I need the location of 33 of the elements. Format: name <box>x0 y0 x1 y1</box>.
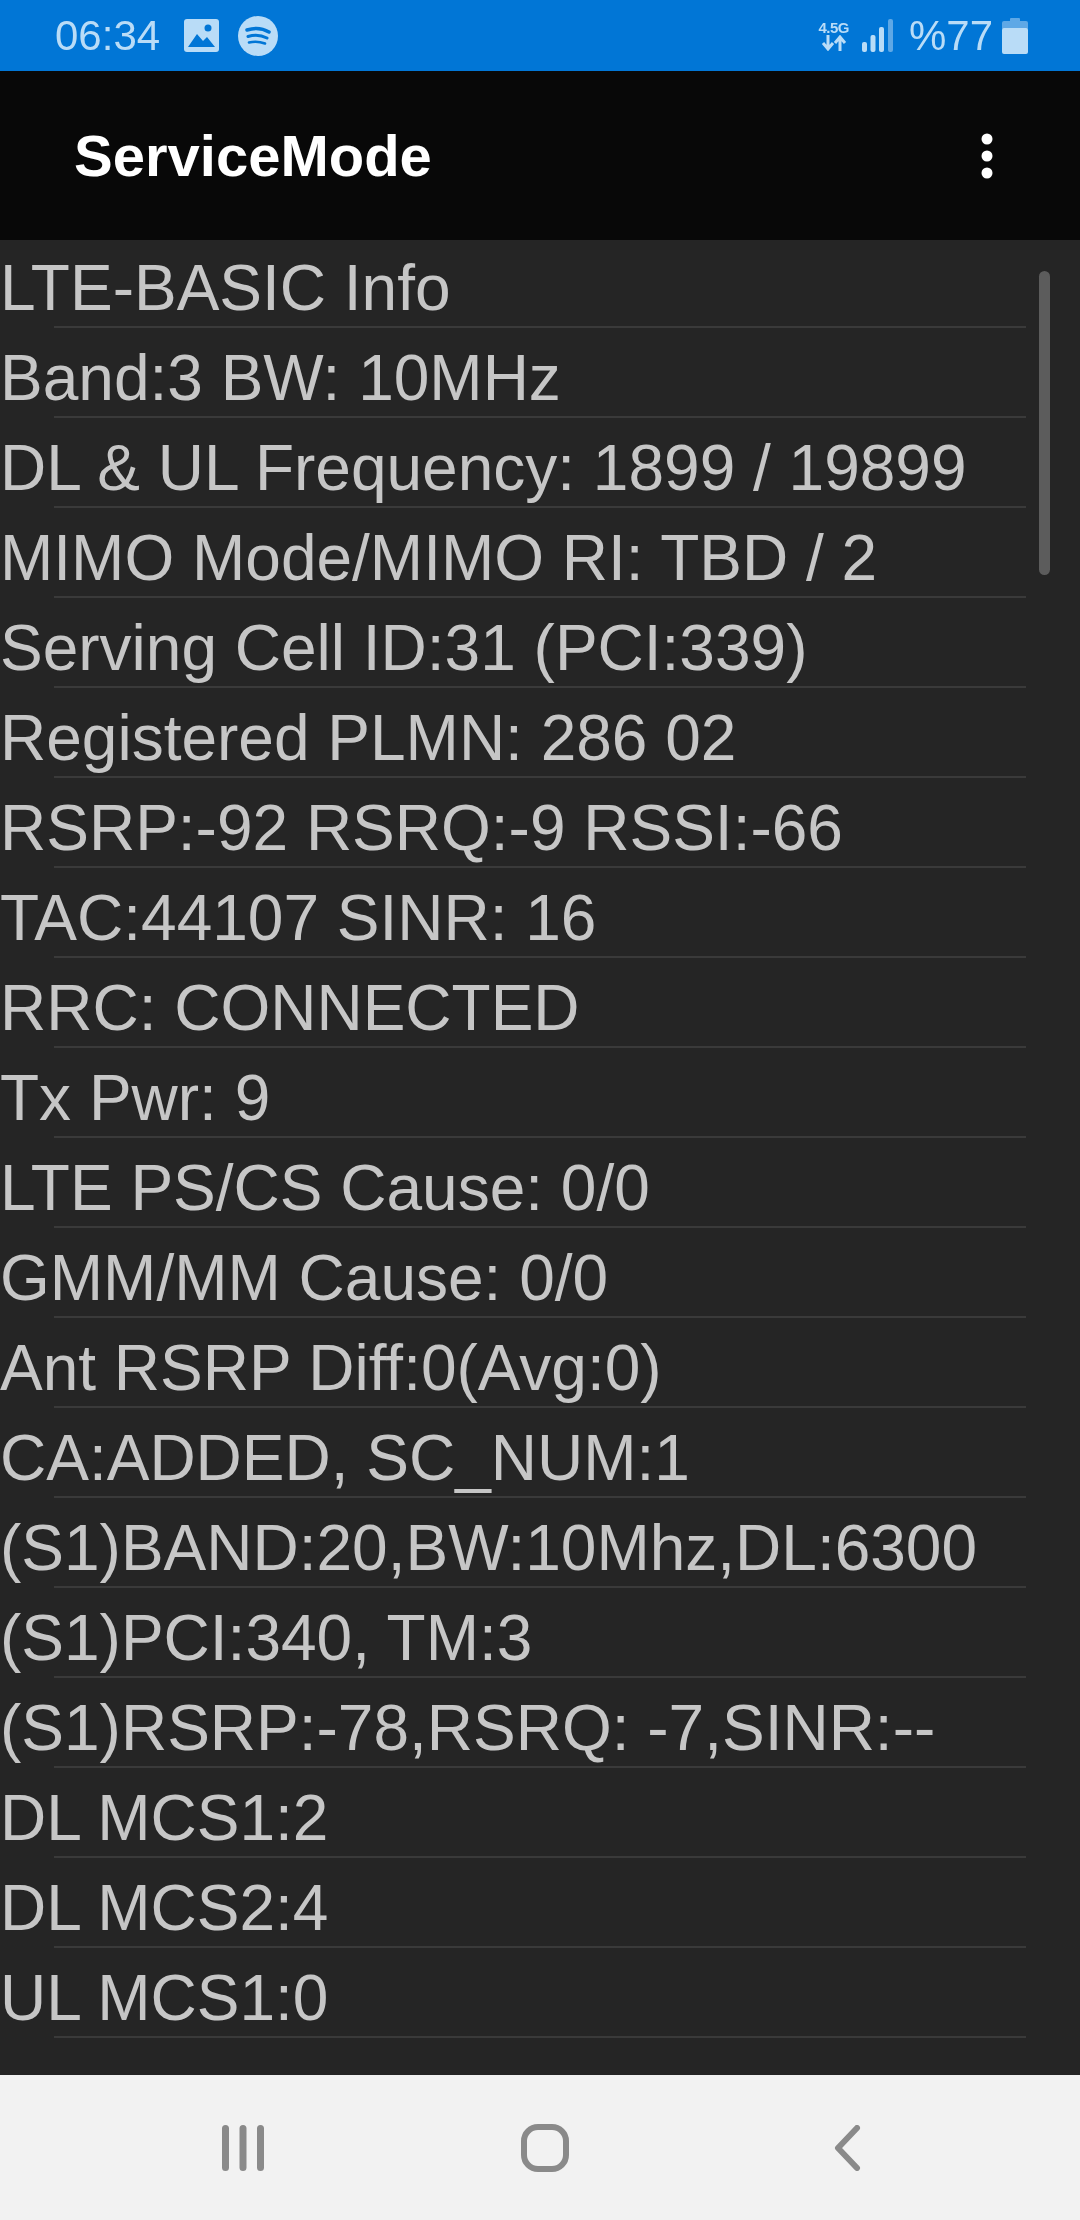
info-line: MIMO Mode/MIMO RI: TBD / 2 <box>0 522 878 594</box>
info-line: GMM/MM Cause: 0/0 <box>0 1242 609 1314</box>
signal-icon <box>861 19 893 52</box>
info-line: (S1)RSRP:-78,RSRQ: -7,SINR:-- <box>0 1692 936 1764</box>
info-line: Band:3 BW: 10MHz <box>0 342 561 414</box>
menu-icon[interactable] <box>981 132 993 179</box>
info-line: RRC: CONNECTED <box>0 972 580 1044</box>
battery-icon <box>1002 17 1028 54</box>
info-line: LTE PS/CS Cause: 0/0 <box>0 1152 650 1224</box>
info-line: LTE-BASIC Info <box>0 252 451 324</box>
info-line: UL MCS1:0 <box>0 1962 329 2034</box>
info-line: Tx Pwr: 9 <box>0 1062 271 1134</box>
info-line: (S1)PCI:340, TM:3 <box>0 1602 533 1674</box>
app-title: ServiceMode <box>74 126 432 185</box>
info-line: CA:ADDED, SC_NUM:1 <box>0 1422 690 1494</box>
info-line: Ant RSRP Diff:0(Avg:0) <box>0 1332 662 1404</box>
info-line: DL MCS2:4 <box>0 1872 329 1944</box>
up-down-arrows-icon <box>820 35 847 51</box>
info-line: DL MCS1:2 <box>0 1782 329 1854</box>
info-line: TAC:44107 SINR: 16 <box>0 882 597 954</box>
recents-icon[interactable] <box>222 2124 264 2171</box>
info-line: DL & UL Frequency: 1899 / 19899 <box>0 432 967 504</box>
battery-percent: %77 <box>908 14 993 57</box>
info-line: RSRP:-92 RSRQ:-9 RSSI:-66 <box>0 792 843 864</box>
info-line: (S1)BAND:20,BW:10Mhz,DL:6300 <box>0 1512 978 1584</box>
info-line: Serving Cell ID:31 (PCI:339) <box>0 612 808 684</box>
back-icon[interactable] <box>833 2124 861 2171</box>
circle-arcs-icon <box>238 15 279 56</box>
picture-icon <box>184 19 220 52</box>
network-type: 4.5G <box>818 20 849 35</box>
info-line: Registered PLMN: 286 02 <box>0 702 737 774</box>
home-icon[interactable] <box>521 2123 569 2172</box>
clock-time: 06:34 <box>55 14 161 57</box>
